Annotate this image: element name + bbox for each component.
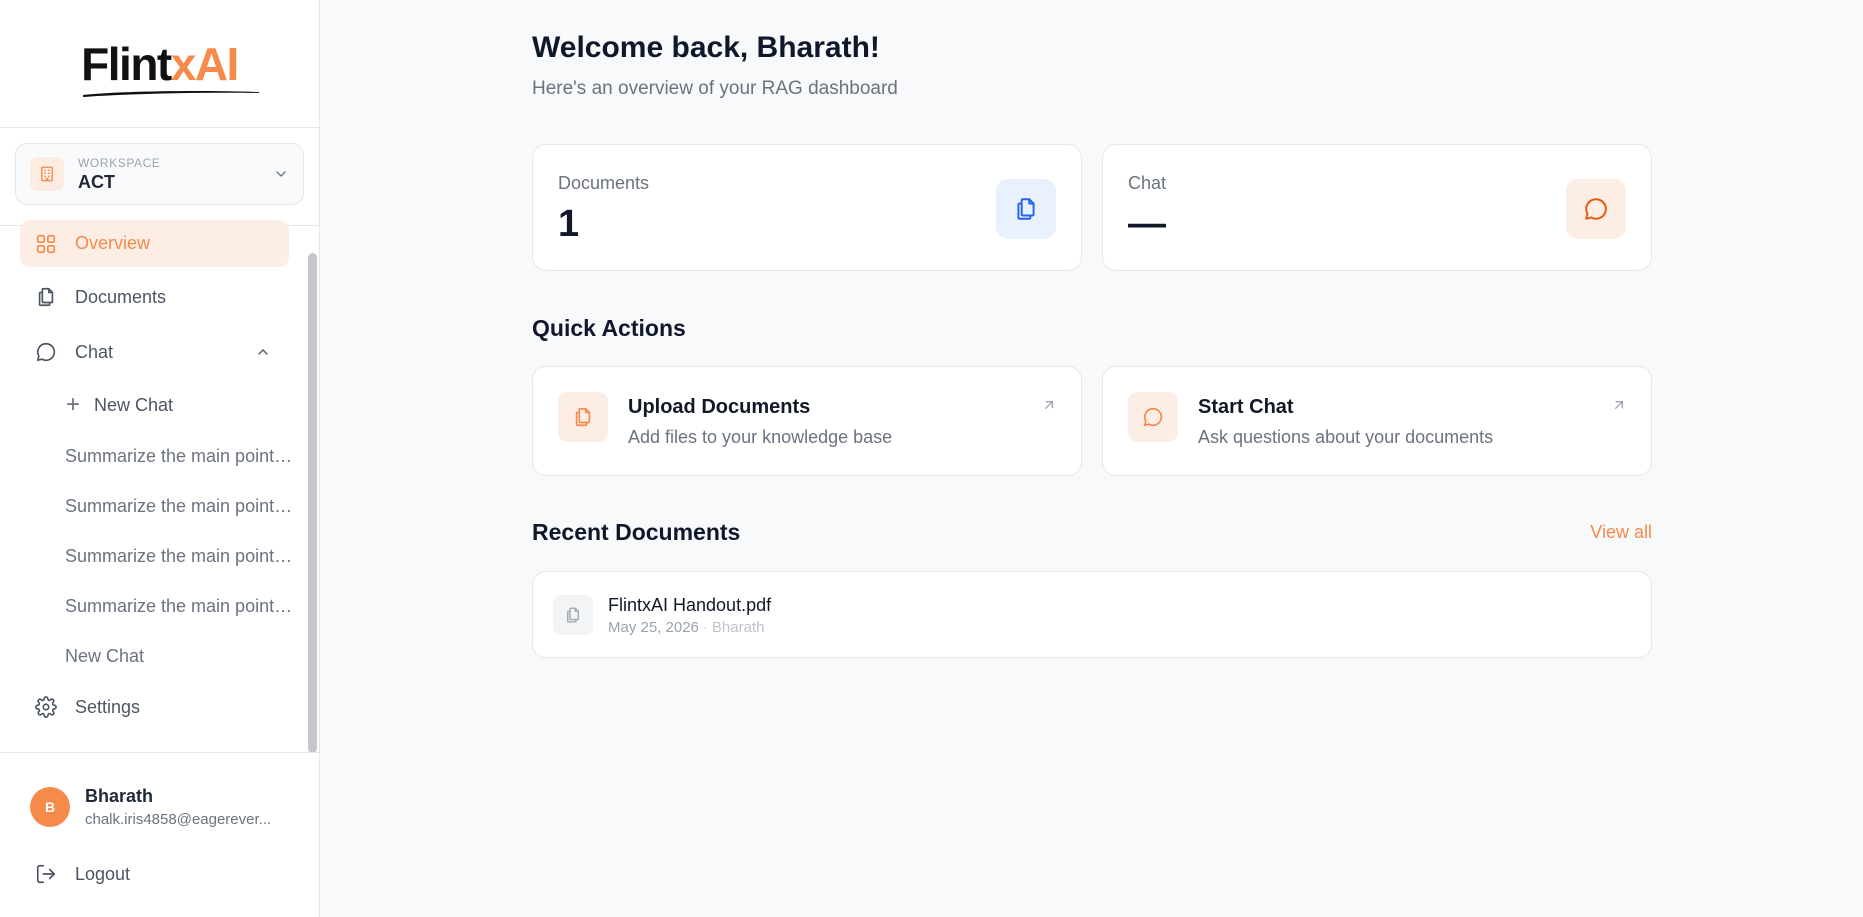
documents-stat-card[interactable]: Documents 1: [532, 144, 1082, 271]
chat-stat-card[interactable]: Chat —: [1102, 144, 1652, 271]
sidebar-item-label: Documents: [75, 286, 167, 307]
document-file-icon: [553, 595, 593, 635]
sidebar-item-label: Chat: [75, 341, 114, 362]
chat-history-item[interactable]: New Chat: [65, 641, 295, 671]
logout-label: Logout: [75, 863, 131, 884]
stat-label: Chat: [1128, 173, 1167, 193]
meta-separator: ·: [702, 619, 708, 636]
documents-icon: [558, 392, 608, 442]
user-name: Bharath: [85, 786, 154, 806]
arrow-up-right-icon: [1045, 401, 1053, 409]
sidebar-item-chat[interactable]: Chat: [20, 329, 289, 375]
chat-history-item[interactable]: Summarize the main points of this docume…: [65, 441, 295, 471]
chat-history-item[interactable]: Summarize the main points of this docume…: [65, 541, 295, 571]
new-chat-label: New Chat: [94, 394, 174, 415]
documents-icon: [996, 179, 1056, 239]
document-row[interactable]: FlintxAI Handout.pdf May 25, 2026 · Bharat…: [532, 571, 1652, 658]
document-date: May 25, 2026: [608, 619, 699, 636]
new-chat-button[interactable]: + New Chat: [66, 390, 173, 420]
view-all-link[interactable]: View all: [1590, 522, 1652, 543]
document-author: Bharath: [711, 619, 765, 636]
recent-documents-heading: Recent Documents: [532, 519, 741, 545]
gear-icon: [35, 696, 57, 718]
action-title: Upload Documents: [628, 396, 811, 418]
logo-swoosh: [83, 90, 260, 97]
stat-value: —: [1128, 203, 1166, 245]
logout-icon: [36, 864, 56, 884]
chat-bubble-icon: [1566, 179, 1626, 239]
start-chat-action[interactable]: Start Chat Ask questions about your docu…: [1102, 366, 1652, 476]
logo-text-xai: xAI: [170, 37, 240, 90]
document-name: FlintxAI Handout.pdf: [608, 595, 772, 615]
workspace-label: WORKSPACE: [78, 155, 161, 170]
chat-history-item[interactable]: Summarize the main points of this docume…: [65, 591, 295, 621]
user-email: chalk.iris4858@eagerever...: [85, 811, 272, 828]
action-description: Ask questions about your documents: [1198, 427, 1494, 447]
arrow-up-right-icon: [1615, 401, 1623, 409]
plus-icon: +: [66, 391, 81, 418]
logo-area: FlintxAI: [0, 0, 319, 128]
logout-button[interactable]: Logout: [20, 851, 289, 897]
grid-icon: [36, 234, 56, 253]
action-description: Add files to your knowledge base: [628, 427, 893, 447]
quick-actions-heading: Quick Actions: [532, 315, 686, 341]
building-icon: [30, 157, 64, 191]
user-profile[interactable]: B Bharath chalk.iris4858@eagerever...: [30, 786, 285, 828]
sidebar: FlintxAI WORKSPACE ACT Overview Document…: [0, 0, 320, 917]
documents-icon: [38, 287, 54, 307]
chevron-up-icon[interactable]: [255, 344, 271, 360]
flintxai-logo[interactable]: FlintxAI: [81, 37, 260, 97]
page-subtitle: Here's an overview of your RAG dashboard: [532, 78, 898, 99]
chat-history-item[interactable]: Summarize the main points of this docume…: [65, 491, 295, 521]
workspace-selector[interactable]: WORKSPACE ACT: [15, 143, 304, 205]
sidebar-scrollbar[interactable]: [308, 253, 317, 753]
logo-text-flint: Flint: [81, 37, 172, 90]
document-meta: May 25, 2026 · Bharath: [608, 619, 764, 636]
upload-documents-action[interactable]: Upload Documents Add files to your knowl…: [532, 366, 1082, 476]
stat-label: Documents: [558, 173, 650, 193]
page-title: Welcome back, Bharath!: [532, 31, 880, 64]
sidebar-item-label: Overview: [75, 233, 151, 253]
stat-value: 1: [558, 203, 580, 245]
sidebar-item-documents[interactable]: Documents: [20, 274, 289, 320]
sidebar-item-label: Settings: [75, 696, 141, 717]
avatar: B: [30, 787, 70, 827]
sidebar-item-settings[interactable]: Settings: [20, 684, 289, 730]
workspace-name: ACT: [78, 171, 115, 192]
chevron-down-icon: [276, 171, 286, 177]
user-divider: [0, 752, 320, 753]
chat-bubble-icon: [36, 342, 56, 362]
sidebar-item-overview[interactable]: Overview: [20, 220, 289, 267]
action-title: Start Chat: [1198, 396, 1294, 418]
chat-bubble-icon: [1128, 392, 1178, 442]
